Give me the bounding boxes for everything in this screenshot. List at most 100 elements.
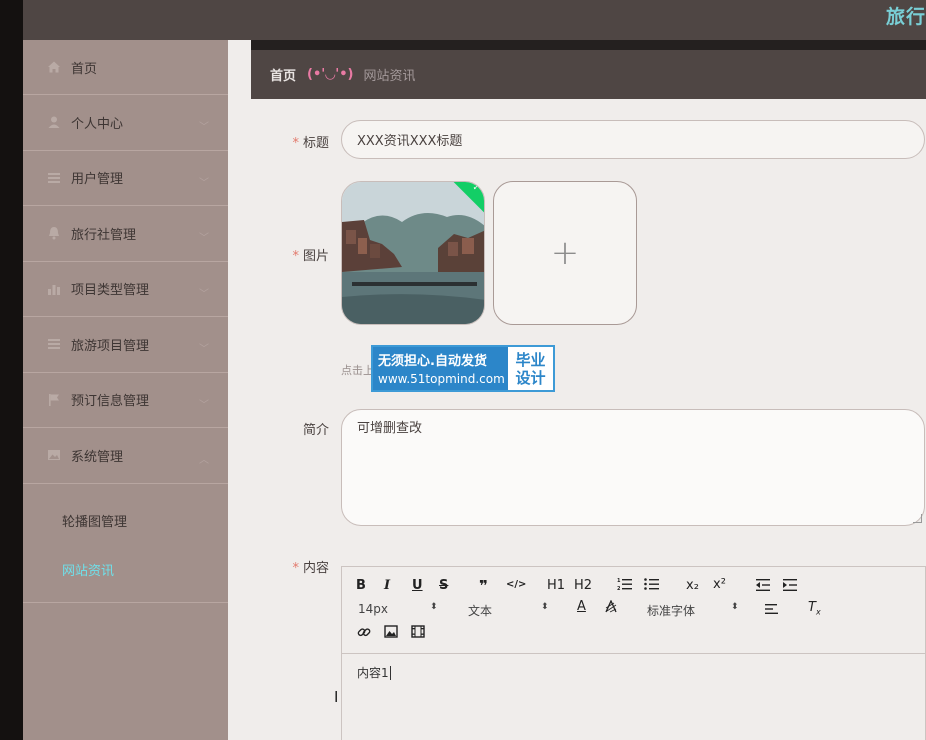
subscript-button[interactable]: x₂ xyxy=(686,578,699,593)
plus-icon: + xyxy=(550,233,580,273)
intro-value: 可增删查改 xyxy=(357,421,423,436)
insert-image-icon[interactable] xyxy=(384,625,398,642)
editor-text: 内容1 xyxy=(357,666,389,680)
chevron-down-icon: ﹀ xyxy=(199,288,209,300)
watermark-banner: 无须担心.自动发货 www.51topmind.com 毕业 设计 xyxy=(371,345,555,392)
select-caret-icon: ⬍ xyxy=(430,602,438,612)
home-icon xyxy=(47,60,61,74)
chart-icon xyxy=(47,282,61,296)
upload-button[interactable]: + xyxy=(493,181,637,325)
watermark-right1: 毕业 xyxy=(515,350,546,369)
superscript-button[interactable]: x² xyxy=(713,577,726,592)
chevron-down-icon: ﹀ xyxy=(199,344,209,356)
user-icon xyxy=(47,115,61,129)
chevron-down-icon: ﹀ xyxy=(199,177,209,189)
intro-textarea[interactable]: 可增删查改 xyxy=(341,409,925,526)
brand-title: 旅行 xyxy=(885,6,926,28)
header-select[interactable]: 文本 ⬍ xyxy=(468,602,549,619)
intro-label: 简介 xyxy=(302,423,329,438)
title-label: * 标题 xyxy=(292,136,329,151)
font-size-value: 14px xyxy=(358,602,388,616)
chevron-up-icon: ︿ xyxy=(199,455,209,467)
sidebar-item-label: 旅游项目管理 xyxy=(71,338,150,354)
sidebar-item-label: 系统管理 xyxy=(71,449,124,465)
breadcrumb-emoticon: (•'◡'•) xyxy=(307,67,354,82)
image-label: * 图片 xyxy=(292,249,329,264)
font-color-icon[interactable]: A xyxy=(577,599,586,614)
sidebar-item-users[interactable]: 用户管理 ﹀ xyxy=(23,151,228,206)
watermark-right2: 设计 xyxy=(515,368,546,387)
align-icon[interactable] xyxy=(765,603,779,619)
quote-button[interactable]: ❞ xyxy=(479,577,488,595)
breadcrumb-home[interactable]: 首页 xyxy=(270,65,296,84)
outdent-icon[interactable] xyxy=(755,578,771,596)
h1-button[interactable]: H1 xyxy=(547,578,565,593)
select-caret-icon: ⬍ xyxy=(541,602,549,612)
resize-handle[interactable] xyxy=(913,514,922,523)
link-icon[interactable] xyxy=(357,625,371,643)
sidebar-item-agency[interactable]: 旅行社管理 ﹀ xyxy=(23,206,228,262)
svg-text:2: 2 xyxy=(617,586,621,591)
mouse-ibeam-cursor: I xyxy=(334,688,339,706)
editor-toolbar: B I U S ❞ </> H1 H2 12 x₂ x² 14px ⬍ 文本 ⬍ A… xyxy=(342,567,925,654)
title-value: XXX资讯XXX标题 xyxy=(357,134,463,149)
title-input[interactable]: XXX资讯XXX标题 xyxy=(341,120,925,159)
sidebar-item-home[interactable]: 首页 xyxy=(23,40,228,95)
font-family-value: 标准字体 xyxy=(647,604,696,618)
chevron-down-icon: ﹀ xyxy=(199,399,209,411)
rich-text-editor: B I U S ❞ </> H1 H2 12 x₂ x² 14px ⬍ 文本 ⬍ A… xyxy=(341,566,926,740)
flag-icon xyxy=(47,393,61,407)
landscape-photo xyxy=(342,182,484,324)
top-header: 旅行 xyxy=(23,0,926,40)
system-submenu: 轮播图管理 网站资讯 xyxy=(23,484,228,603)
sidebar-item-profile[interactable]: 个人中心 ﹀ xyxy=(23,95,228,151)
content-gutter xyxy=(228,40,251,740)
sidebar-item-project-type[interactable]: 项目类型管理 ﹀ xyxy=(23,262,228,317)
sidebar-item-booking[interactable]: 预订信息管理 ﹀ xyxy=(23,373,228,428)
edit-form: * 标题 XXX资讯XXX标题 * 图片 ✓ + 点击上 无须担心.自动发货 www… xyxy=(251,99,926,740)
text-caret xyxy=(389,666,391,680)
bold-button[interactable]: B xyxy=(356,578,366,593)
image-icon xyxy=(47,448,61,462)
font-size-select[interactable]: 14px ⬍ xyxy=(358,602,438,616)
bullet-list-icon[interactable] xyxy=(644,577,660,595)
clear-format-icon[interactable]: Tx xyxy=(808,600,821,617)
required-mark: * xyxy=(292,561,299,576)
uploaded-image[interactable]: ✓ xyxy=(341,181,485,325)
italic-button[interactable]: I xyxy=(384,578,390,593)
sidebar-item-label: 项目类型管理 xyxy=(71,283,150,299)
sidebar-item-label: 旅行社管理 xyxy=(71,227,137,243)
sidebar-item-label: 首页 xyxy=(71,61,98,77)
font-family-select[interactable]: 标准字体 ⬍ xyxy=(647,602,739,619)
h2-button[interactable]: H2 xyxy=(574,578,592,593)
svg-text:1: 1 xyxy=(617,578,621,584)
breadcrumb-current: 网站资讯 xyxy=(363,69,416,84)
watermark-line2: www.51topmind.com xyxy=(378,372,505,386)
sidebar-item-tour-project[interactable]: 旅游项目管理 ﹀ xyxy=(23,317,228,373)
strike-button[interactable]: S xyxy=(439,578,448,593)
required-mark: * xyxy=(292,136,299,151)
header-value: 文本 xyxy=(468,604,493,618)
code-button[interactable]: </> xyxy=(506,579,526,590)
breadcrumb: 首页 (•'◡'•) 网站资讯 xyxy=(251,50,926,99)
check-icon: ✓ xyxy=(472,183,480,193)
ordered-list-icon[interactable]: 12 xyxy=(617,577,633,595)
sidebar-item-news[interactable]: 网站资讯 xyxy=(23,545,228,594)
bell-icon xyxy=(47,226,61,240)
chevron-down-icon: ﹀ xyxy=(199,122,209,134)
list-icon xyxy=(47,171,61,185)
indent-icon[interactable] xyxy=(782,578,798,596)
sidebar-item-label: 用户管理 xyxy=(71,172,124,188)
editor-content[interactable]: 内容1 xyxy=(342,654,925,691)
underline-button[interactable]: U xyxy=(412,578,423,593)
content-label: * 内容 xyxy=(292,561,329,576)
background-color-icon[interactable] xyxy=(604,599,618,618)
sidebar-item-system[interactable]: 系统管理 ︿ xyxy=(23,428,228,484)
insert-video-icon[interactable] xyxy=(411,625,425,642)
sidebar-item-carousel[interactable]: 轮播图管理 xyxy=(23,496,228,545)
window-edge xyxy=(0,0,23,740)
sidebar: 首页 个人中心 ﹀ 用户管理 ﹀ 旅行社管理 ﹀ 项目类型管理 ﹀ 旅游项目管理… xyxy=(23,40,228,740)
sidebar-item-label: 预订信息管理 xyxy=(71,394,150,410)
list-icon xyxy=(47,337,61,351)
watermark-line1: 无须担心.自动发货 xyxy=(378,354,487,369)
